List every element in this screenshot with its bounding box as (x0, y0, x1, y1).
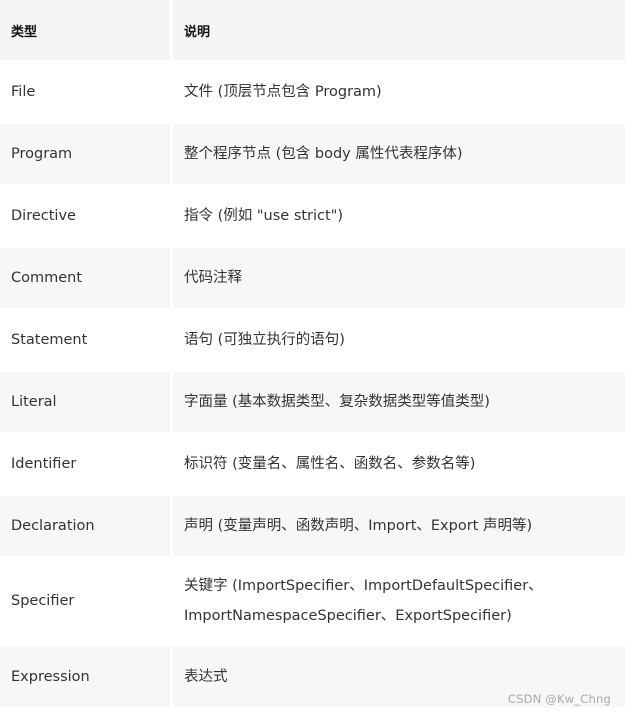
cell-type: File (0, 62, 170, 124)
cell-type: Declaration (0, 496, 170, 558)
cell-type: Statement (0, 310, 170, 372)
table-row: Identifier 标识符 (变量名、属性名、函数名、参数名等) (0, 434, 625, 496)
cell-type: Comment (0, 248, 170, 310)
cell-description: 字面量 (基本数据类型、复杂数据类型等值类型) (170, 372, 625, 434)
cell-type: Directive (0, 186, 170, 248)
table-row: Literal 字面量 (基本数据类型、复杂数据类型等值类型) (0, 372, 625, 434)
cell-type: Specifier (0, 558, 170, 646)
cell-description: 声明 (变量声明、函数声明、Import、Export 声明等) (170, 496, 625, 558)
table-row: File 文件 (顶层节点包含 Program) (0, 62, 625, 124)
cell-description: 文件 (顶层节点包含 Program) (170, 62, 625, 124)
cell-description: 标识符 (变量名、属性名、函数名、参数名等) (170, 434, 625, 496)
cell-type: Identifier (0, 434, 170, 496)
cell-type: Expression (0, 646, 170, 707)
ast-node-type-table: 类型 说明 File 文件 (顶层节点包含 Program) Program 整… (0, 0, 625, 707)
cell-description: 语句 (可独立执行的语句) (170, 310, 625, 372)
column-header-type: 类型 (0, 0, 170, 62)
table-row: Specifier 关键字 (ImportSpecifier、ImportDef… (0, 558, 625, 646)
table-row: Directive 指令 (例如 "use strict") (0, 186, 625, 248)
table-row: Comment 代码注释 (0, 248, 625, 310)
cell-description: 关键字 (ImportSpecifier、ImportDefaultSpecif… (170, 558, 625, 646)
table-row: Program 整个程序节点 (包含 body 属性代表程序体) (0, 124, 625, 186)
table-row: Statement 语句 (可独立执行的语句) (0, 310, 625, 372)
csdn-watermark: CSDN @Kw_Chng (507, 692, 611, 706)
cell-description: 指令 (例如 "use strict") (170, 186, 625, 248)
cell-type: Program (0, 124, 170, 186)
table-header-row: 类型 说明 (0, 0, 625, 62)
table-row: Declaration 声明 (变量声明、函数声明、Import、Export … (0, 496, 625, 558)
column-header-description: 说明 (170, 0, 625, 62)
cell-description: 代码注释 (170, 248, 625, 310)
cell-description: 整个程序节点 (包含 body 属性代表程序体) (170, 124, 625, 186)
cell-type: Literal (0, 372, 170, 434)
